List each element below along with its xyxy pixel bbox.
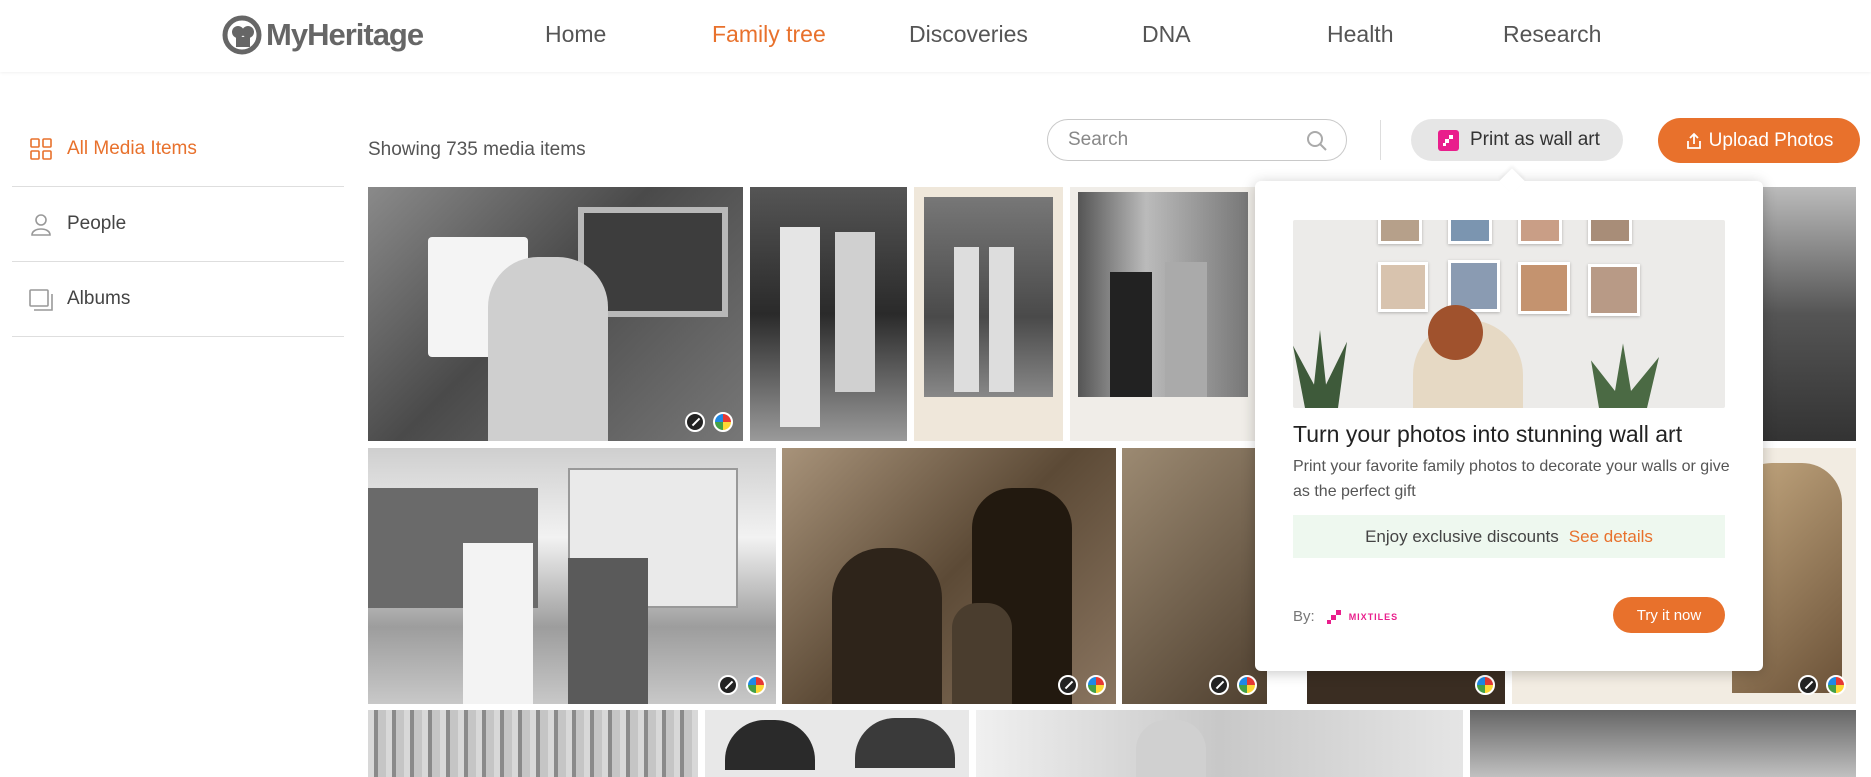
nav-dna[interactable]: DNA [1142, 0, 1191, 68]
mixtiles-icon [1438, 129, 1459, 151]
media-count: Showing 735 media items [368, 139, 586, 160]
sidebar-item-label: Albums [67, 288, 131, 309]
myheritage-logo-icon [222, 15, 264, 55]
sidebar-item-people[interactable]: People [12, 187, 344, 262]
media-photo[interactable] [914, 187, 1063, 441]
top-navigation: MyHeritage Home Family tree Discoveries … [0, 0, 1871, 72]
print-wall-art-button[interactable]: Print as wall art [1411, 119, 1623, 161]
popover-description: Print your favorite family photos to dec… [1293, 458, 1730, 500]
media-photo[interactable] [368, 448, 776, 704]
discount-banner: Enjoy exclusive discounts See details [1293, 515, 1725, 558]
colorized-icon [746, 675, 766, 695]
media-photo[interactable] [976, 710, 1463, 777]
sidebar-item-albums[interactable]: Albums [12, 262, 344, 337]
search-icon[interactable] [1306, 130, 1328, 152]
wall-art-label: Print as wall art [1470, 129, 1600, 150]
see-details-link[interactable]: See details [1569, 527, 1653, 547]
media-photo[interactable] [368, 187, 743, 441]
colorized-icon [713, 412, 733, 432]
media-photo[interactable] [1470, 710, 1856, 777]
nav-home[interactable]: Home [545, 0, 606, 68]
media-photo[interactable] [1762, 187, 1856, 441]
colorized-icon [1237, 675, 1257, 695]
nav-family-tree[interactable]: Family tree [712, 0, 826, 68]
colorized-icon [1086, 675, 1106, 695]
person-icon [29, 212, 53, 236]
mixtiles-logo-icon [1326, 609, 1341, 624]
sidebar-item-all-media[interactable]: All Media Items [12, 112, 344, 187]
media-photo[interactable] [1070, 187, 1255, 441]
media-photo[interactable] [750, 187, 907, 441]
grid-icon [29, 137, 53, 161]
mixtiles-logo: MIXTILES [1326, 609, 1399, 624]
media-photo[interactable] [368, 710, 698, 777]
nav-health[interactable]: Health [1327, 0, 1393, 68]
media-photo[interactable] [705, 710, 969, 777]
wall-art-popover: Turn your photos into stunning wall art … [1255, 181, 1763, 671]
logo-text: MyHeritage [266, 17, 424, 52]
try-it-now-button[interactable]: Try it now [1613, 597, 1725, 633]
nav-discoveries[interactable]: Discoveries [909, 0, 1028, 68]
albums-icon [29, 287, 53, 311]
search-input[interactable] [1068, 129, 1298, 151]
colorized-icon [1826, 675, 1846, 695]
by-label: By: [1293, 608, 1315, 625]
nav-research[interactable]: Research [1503, 0, 1601, 68]
upload-icon [1685, 132, 1703, 150]
media-photo[interactable] [1122, 448, 1267, 704]
enhanced-icon [1058, 675, 1078, 695]
enhanced-icon [685, 412, 705, 432]
upload-label: Upload Photos [1708, 129, 1834, 151]
colorized-icon [1475, 675, 1495, 695]
search-box[interactable] [1047, 119, 1347, 161]
sidebar-item-label: People [67, 213, 127, 234]
popover-title: Turn your photos into stunning wall art [1293, 421, 1683, 447]
media-photo[interactable] [782, 448, 1116, 704]
discount-text: Enjoy exclusive discounts [1365, 526, 1559, 546]
toolbar-divider [1380, 120, 1381, 160]
mixtiles-brand: MIXTILES [1348, 611, 1399, 622]
myheritage-logo[interactable]: MyHeritage [222, 15, 424, 55]
wall-art-promo-image [1293, 220, 1725, 408]
enhanced-icon [1798, 675, 1818, 695]
enhanced-icon [718, 675, 738, 695]
sidebar-item-label: All Media Items [67, 138, 197, 159]
enhanced-icon [1209, 675, 1229, 695]
upload-photos-button[interactable]: Upload Photos [1658, 118, 1860, 163]
provider-attribution: By: MIXTILES [1293, 608, 1398, 625]
